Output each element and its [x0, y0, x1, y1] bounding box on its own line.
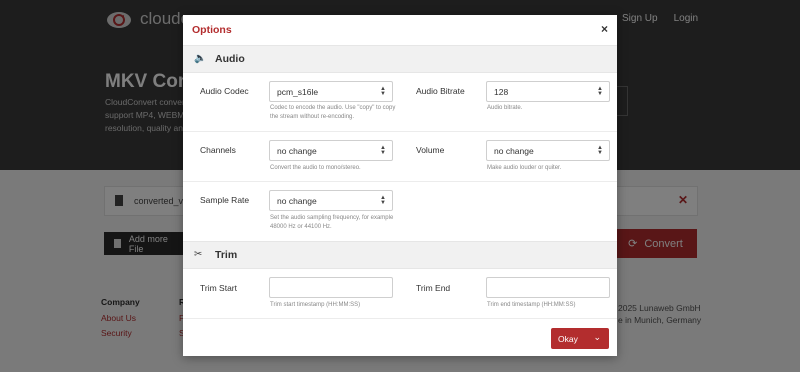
close-icon[interactable]: × [601, 22, 608, 36]
volume-label: Volume [416, 145, 445, 155]
channels-select[interactable]: no change ▲ ▼ [269, 140, 393, 161]
volume-select[interactable]: no change ▲ ▼ [486, 140, 610, 161]
chevron-down-icon[interactable]: ⌄ [593, 332, 601, 343]
stepper-icon[interactable]: ▲ ▼ [597, 86, 603, 97]
sample-rate-hint: Set the audio sampling frequency, for ex… [270, 215, 394, 230]
modal-header: Options × [183, 15, 617, 46]
trim-end-hint: Trim end timestamp (HH:MM:SS) [487, 302, 576, 308]
select-caret-icon: ▲ ▼ [380, 86, 386, 97]
audio-bitrate-input[interactable]: 128 ▲ ▼ [486, 81, 610, 102]
audio-bitrate-hint: Audio bitrate. [487, 105, 523, 111]
select-caret-icon: ▲ ▼ [597, 145, 603, 156]
audio-codec-select[interactable]: pcm_s16le ▲ ▼ [269, 81, 393, 102]
audio-section-header: 🔈 Audio [183, 45, 617, 73]
options-modal: Options × 🔈 Audio Audio Codec pcm_s16le … [183, 15, 617, 356]
speaker-icon: 🔈 [194, 53, 207, 64]
trim-start-input[interactable] [269, 277, 393, 298]
channels-row: Channels no change ▲ ▼ Convert the audio … [183, 132, 617, 182]
channels-label: Channels [200, 145, 236, 155]
trim-start-hint: Trim start timestamp (HH:MM:SS) [270, 302, 361, 308]
trim-end-label: Trim End [416, 283, 451, 293]
select-caret-icon: ▲ ▼ [380, 195, 386, 206]
scissors-icon: ✂ [194, 249, 203, 260]
trim-section-header: ✂ Trim [183, 241, 617, 269]
sample-rate-row: Sample Rate no change ▲ ▼ Set the audio s… [183, 182, 617, 241]
audio-codec-hint: Codec to encode the audio. Use "copy" to… [270, 105, 396, 120]
modal-title: Options [192, 24, 232, 36]
audio-codec-row: Audio Codec pcm_s16le ▲ ▼ Codec to encode… [183, 73, 617, 132]
volume-hint: Make audio louder or quiter. [487, 165, 562, 171]
trim-row: Trim Start Trim start timestamp (HH:MM:S… [183, 269, 617, 319]
audio-codec-label: Audio Codec [200, 86, 249, 96]
audio-bitrate-label: Audio Bitrate [416, 86, 465, 96]
sample-rate-label: Sample Rate [200, 195, 250, 205]
trim-end-input[interactable] [486, 277, 610, 298]
sample-rate-select[interactable]: no change ▲ ▼ [269, 190, 393, 211]
select-caret-icon: ▲ ▼ [380, 145, 386, 156]
trim-start-label: Trim Start [200, 283, 237, 293]
okay-button[interactable]: Okay ⌄ [551, 328, 609, 349]
channels-hint: Convert the audio to mono/stereo. [270, 165, 361, 171]
